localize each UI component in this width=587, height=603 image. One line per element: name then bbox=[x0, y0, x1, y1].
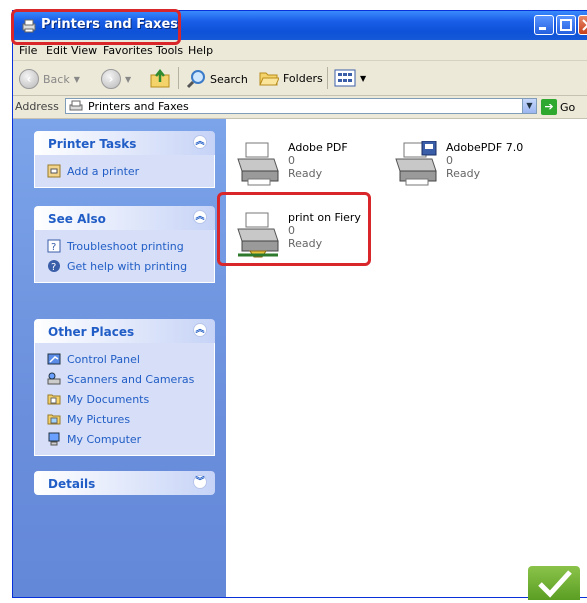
printer-item-adobe-pdf[interactable]: Adobe PDF 0 Ready bbox=[234, 141, 348, 189]
explorer-window: Printers and Faxes File Edit View Favori… bbox=[12, 10, 587, 598]
views-button[interactable]: ▼ bbox=[334, 69, 366, 87]
computer-icon bbox=[48, 432, 60, 446]
checkmark-icon bbox=[538, 570, 572, 598]
other-places-panel: Other Places ︽ Control Panel Scanners an… bbox=[34, 319, 215, 456]
chevron-down-icon[interactable]: ▼ bbox=[522, 99, 536, 113]
folders-button[interactable]: Folders bbox=[259, 69, 323, 87]
my-documents-link[interactable]: My Documents bbox=[47, 389, 214, 409]
collapse-icon[interactable]: ︽ bbox=[193, 323, 207, 337]
address-value: Printers and Faxes bbox=[88, 100, 189, 113]
close-button[interactable] bbox=[578, 15, 587, 35]
menu-edit[interactable]: Edit bbox=[46, 44, 67, 57]
control-panel-icon bbox=[47, 353, 61, 365]
folders-icon bbox=[259, 72, 279, 86]
menu-favorites[interactable]: Favorites bbox=[103, 44, 153, 57]
svg-text:?: ? bbox=[51, 242, 56, 253]
up-folder-icon[interactable] bbox=[149, 68, 171, 90]
printer-icon bbox=[237, 142, 279, 186]
details-panel: Details ︾ bbox=[34, 471, 215, 495]
other-places-header[interactable]: Other Places ︽ bbox=[34, 319, 215, 343]
minimize-button[interactable] bbox=[534, 15, 554, 35]
go-label: Go bbox=[560, 100, 576, 114]
menu-file[interactable]: File bbox=[19, 44, 37, 57]
search-button[interactable]: Search bbox=[186, 69, 248, 89]
forward-arrow-icon: › bbox=[101, 69, 121, 89]
go-button[interactable]: ➔ Go bbox=[541, 99, 575, 115]
back-label: Back bbox=[43, 72, 70, 86]
my-pictures-link[interactable]: My Pictures bbox=[47, 409, 214, 429]
dropdown-icon: ▼ bbox=[73, 74, 80, 84]
search-label: Search bbox=[210, 72, 248, 86]
go-arrow-icon: ➔ bbox=[541, 99, 557, 115]
scanner-icon bbox=[47, 372, 61, 385]
control-panel-link[interactable]: Control Panel bbox=[47, 349, 214, 369]
back-arrow-icon: ‹ bbox=[19, 69, 39, 89]
my-computer-link[interactable]: My Computer bbox=[47, 429, 214, 449]
scanners-cameras-link[interactable]: Scanners and Cameras bbox=[47, 369, 214, 389]
close-icon bbox=[582, 19, 587, 31]
dropdown-icon: ▼ bbox=[360, 73, 367, 83]
title-highlight bbox=[11, 9, 181, 45]
printer-name: AdobePDF 7.0 bbox=[446, 141, 524, 154]
printer-doc-count: 0 bbox=[446, 154, 453, 167]
printer-doc-count: 0 bbox=[288, 154, 295, 167]
task-pane: Printer Tasks ︽ Add a printer See Also ︽ bbox=[13, 119, 226, 597]
printer-folder-icon bbox=[69, 100, 83, 111]
collapse-icon[interactable]: ︽ bbox=[193, 135, 207, 149]
minimize-icon bbox=[539, 27, 546, 30]
maximize-button[interactable] bbox=[556, 15, 576, 35]
printer-status: Ready bbox=[446, 167, 481, 180]
collapse-icon[interactable]: ︽ bbox=[193, 210, 207, 224]
printer-highlight bbox=[217, 192, 371, 266]
back-button[interactable]: ‹ Back ▼ bbox=[19, 69, 80, 89]
documents-folder-icon bbox=[47, 394, 61, 405]
get-help-printing-link[interactable]: ? Get help with printing bbox=[47, 256, 214, 276]
printer-item-adobepdf-7[interactable]: AdobePDF 7.0 0 Ready bbox=[392, 141, 523, 189]
see-also-panel: See Also ︽ ? Troubleshoot printing ? Get… bbox=[34, 206, 215, 283]
views-grid-icon bbox=[334, 69, 356, 87]
network-printer-icon bbox=[395, 141, 437, 186]
search-icon bbox=[186, 70, 205, 89]
add-printer-link[interactable]: Add a printer bbox=[47, 161, 214, 181]
toolbar: ‹ Back ▼ › ▼ Search Folders ▼ bbox=[13, 61, 587, 96]
troubleshoot-printing-link[interactable]: ? Troubleshoot printing bbox=[47, 236, 214, 256]
printer-tasks-panel: Printer Tasks ︽ Add a printer bbox=[34, 131, 215, 188]
forward-button[interactable]: › ▼ bbox=[101, 69, 131, 89]
maximize-icon bbox=[560, 19, 572, 31]
panel-title: Details bbox=[48, 477, 96, 491]
menu-view[interactable]: View bbox=[71, 44, 97, 57]
dropdown-icon: ▼ bbox=[125, 74, 132, 84]
menu-tools[interactable]: Tools bbox=[156, 44, 183, 57]
add-printer-icon bbox=[47, 164, 61, 178]
menu-help[interactable]: Help bbox=[188, 44, 213, 57]
address-bar: Address Printers and Faxes ▼ ➔ Go bbox=[13, 96, 587, 119]
expand-icon[interactable]: ︾ bbox=[193, 475, 207, 489]
help-book-icon: ? bbox=[47, 239, 61, 253]
printer-status: Ready bbox=[288, 167, 323, 180]
panel-title: Printer Tasks bbox=[48, 137, 137, 151]
svg-text:?: ? bbox=[51, 262, 56, 273]
panel-title: Other Places bbox=[48, 325, 135, 339]
printer-list: Adobe PDF 0 Ready AdobePDF 7.0 0 Ready p… bbox=[226, 119, 587, 597]
printer-name: Adobe PDF bbox=[288, 141, 348, 154]
address-field[interactable]: Printers and Faxes ▼ bbox=[65, 98, 537, 114]
see-also-header[interactable]: See Also ︽ bbox=[34, 206, 215, 230]
folders-label: Folders bbox=[283, 71, 323, 85]
panel-title: See Also bbox=[48, 212, 106, 226]
printer-tasks-header[interactable]: Printer Tasks ︽ bbox=[34, 131, 215, 155]
pictures-folder-icon bbox=[47, 414, 61, 425]
checkmark-badge bbox=[528, 566, 580, 600]
help-icon: ? bbox=[48, 260, 60, 273]
details-header[interactable]: Details ︾ bbox=[34, 471, 215, 495]
address-label: Address bbox=[15, 100, 59, 113]
